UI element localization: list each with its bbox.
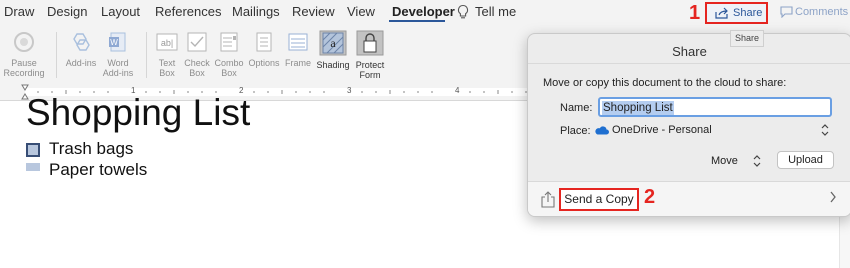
add-ins-icon xyxy=(73,33,90,51)
text-box-button[interactable]: ab| Text Box xyxy=(153,30,181,78)
options-icon xyxy=(256,32,272,52)
frame-icon xyxy=(288,33,308,51)
send-a-copy-button[interactable]: Send a Copy xyxy=(559,188,639,211)
onedrive-cloud-icon xyxy=(595,126,609,135)
share-icon xyxy=(715,7,728,19)
tab-mailings[interactable]: Mailings xyxy=(232,4,280,19)
options-button[interactable]: Options xyxy=(247,30,281,68)
ruler-number: 4 xyxy=(455,86,460,95)
svg-text:ab|: ab| xyxy=(161,38,173,48)
tab-design[interactable]: Design xyxy=(47,4,87,19)
comment-icon xyxy=(780,6,793,18)
active-tab-indicator xyxy=(389,20,445,22)
chevron-up-down-icon xyxy=(821,124,829,136)
share-button[interactable]: Share xyxy=(705,2,768,24)
word-add-ins-icon: W xyxy=(109,32,126,52)
comments-button-label: Comments xyxy=(795,6,849,18)
chevron-up-down-icon xyxy=(753,155,761,167)
panel-description: Move or copy this document to the cloud … xyxy=(543,77,787,89)
tab-references[interactable]: References xyxy=(155,4,221,19)
lock-icon xyxy=(356,30,384,56)
move-value: Move xyxy=(711,155,738,167)
upload-button[interactable]: Upload xyxy=(777,151,834,169)
tab-developer[interactable]: Developer xyxy=(392,4,455,19)
place-value: OneDrive - Personal xyxy=(612,124,712,136)
export-icon xyxy=(541,191,555,208)
combo-box-icon xyxy=(220,32,238,52)
tab-view[interactable]: View xyxy=(347,4,375,19)
comments-button[interactable]: Comments xyxy=(777,4,849,22)
document-name-value: Shopping List xyxy=(602,101,674,115)
place-label: Place: xyxy=(560,125,591,137)
panel-title: Share xyxy=(672,44,707,59)
ribbon-separator xyxy=(56,32,57,78)
list-item[interactable]: Paper towels xyxy=(49,160,147,180)
combo-box-button[interactable]: Combo Box xyxy=(214,30,244,78)
callout-number-1: 1 xyxy=(689,2,701,24)
chevron-right-icon xyxy=(830,191,836,203)
lightbulb-icon xyxy=(457,4,469,19)
svg-text:W: W xyxy=(110,38,118,47)
shading-button[interactable]: a Shading xyxy=(315,30,351,70)
shading-icon: a xyxy=(319,30,347,56)
name-label: Name: xyxy=(560,102,593,114)
send-copy-row[interactable]: Send a Copy 2 xyxy=(528,181,850,216)
protect-form-button[interactable]: Protect Form xyxy=(353,30,387,80)
text-box-icon: ab| xyxy=(156,33,178,51)
share-panel: Share Move or copy this document to the … xyxy=(527,33,850,217)
svg-text:a: a xyxy=(330,36,336,50)
checkbox-bullet[interactable] xyxy=(26,143,40,157)
share-tooltip: Share xyxy=(730,30,764,47)
check-box-icon xyxy=(187,32,207,52)
place-select[interactable]: OneDrive - Personal xyxy=(594,122,834,140)
word-add-ins-button[interactable]: W Word Add-ins xyxy=(100,30,136,78)
document-title[interactable]: Shopping List xyxy=(26,92,250,134)
list-item[interactable]: Trash bags xyxy=(49,139,133,159)
checkbox-bullet[interactable] xyxy=(26,163,40,171)
tab-review[interactable]: Review xyxy=(292,4,335,19)
ruler-number: 3 xyxy=(347,86,352,95)
panel-divider xyxy=(528,63,850,64)
ribbon-separator xyxy=(146,32,147,78)
move-select[interactable]: Move xyxy=(711,154,771,170)
frame-button[interactable]: Frame xyxy=(283,30,313,68)
tab-draw[interactable]: Draw xyxy=(4,4,34,19)
callout-number-2: 2 xyxy=(644,186,656,208)
share-button-label: Share xyxy=(733,7,763,19)
document-name-input[interactable]: Shopping List xyxy=(598,97,832,117)
tell-me-search[interactable]: Tell me xyxy=(475,4,516,19)
add-ins-button[interactable]: Add-ins xyxy=(62,30,100,68)
ribbon-tab-bar: Draw Design Layout References Mailings R… xyxy=(0,0,850,26)
check-box-button[interactable]: Check Box xyxy=(183,30,211,78)
tab-layout[interactable]: Layout xyxy=(101,4,140,19)
pause-recording-button[interactable]: Pause Recording xyxy=(2,30,46,78)
record-icon xyxy=(14,32,34,52)
